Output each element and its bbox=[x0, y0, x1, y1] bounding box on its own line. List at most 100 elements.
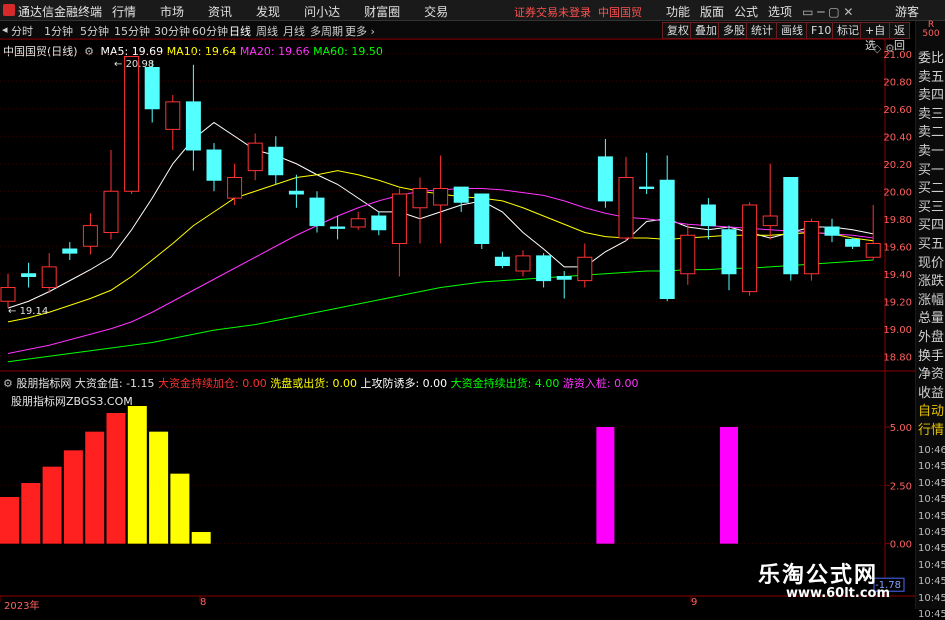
panel-item-1: 卖五 bbox=[918, 69, 945, 85]
candle[interactable] bbox=[494, 251, 510, 269]
panel-item-9: 买四 bbox=[918, 218, 945, 234]
candle[interactable] bbox=[639, 152, 655, 194]
panel-item-4: 卖二 bbox=[918, 125, 945, 141]
candle[interactable] bbox=[680, 224, 696, 285]
candle-body bbox=[330, 226, 346, 229]
indicator-bar bbox=[21, 483, 41, 544]
candle[interactable] bbox=[474, 193, 490, 249]
panel-item-2: 卖四 bbox=[918, 88, 945, 104]
candle[interactable] bbox=[206, 143, 222, 192]
candle[interactable] bbox=[453, 186, 469, 212]
tick-time-8: 10:45 bbox=[918, 576, 945, 588]
candle[interactable] bbox=[0, 273, 16, 309]
candle[interactable] bbox=[783, 177, 799, 281]
candle[interactable] bbox=[762, 163, 778, 240]
candle[interactable] bbox=[659, 155, 675, 302]
indicator-bar bbox=[596, 427, 615, 544]
candle-body bbox=[474, 193, 490, 244]
candle[interactable] bbox=[350, 211, 366, 230]
candle-body bbox=[0, 287, 16, 302]
tick-time-6: 10:45 bbox=[918, 543, 945, 555]
indicator-bar bbox=[0, 497, 19, 544]
candle-body bbox=[21, 273, 37, 277]
candle[interactable] bbox=[845, 238, 861, 249]
candle[interactable] bbox=[412, 177, 428, 244]
candle-body bbox=[639, 186, 655, 189]
panel-item-19[interactable]: 自动 bbox=[918, 400, 945, 419]
panel-item-3: 卖三 bbox=[918, 106, 945, 122]
candle[interactable] bbox=[597, 139, 613, 208]
candle[interactable] bbox=[618, 156, 634, 241]
price-tick-label: 20.20 bbox=[883, 160, 912, 171]
panel-item-12: 涨跌 bbox=[918, 274, 945, 290]
indicator-bar bbox=[42, 466, 62, 544]
indicator-bar bbox=[106, 413, 126, 544]
candle[interactable] bbox=[433, 155, 449, 244]
candle-body bbox=[845, 238, 861, 247]
candle[interactable] bbox=[391, 188, 407, 277]
panel-item-20[interactable]: 行情 bbox=[918, 419, 945, 438]
candle[interactable] bbox=[124, 56, 140, 195]
candle[interactable] bbox=[103, 150, 119, 240]
candle[interactable] bbox=[371, 211, 387, 236]
candle[interactable] bbox=[803, 218, 819, 281]
indicator-bar bbox=[85, 431, 105, 544]
candle-body bbox=[556, 276, 572, 280]
candle[interactable] bbox=[700, 198, 716, 240]
candle-body bbox=[350, 218, 366, 228]
kline-chart[interactable]: 21.00 20.80 20.60 20.40 20.20 20.00 19.80 19.60… bbox=[0, 0, 945, 609]
panel-item-8: 买三 bbox=[918, 199, 945, 215]
candle-body bbox=[41, 266, 57, 288]
candle[interactable] bbox=[309, 191, 325, 233]
xaxis-label-month-8: 8 bbox=[200, 597, 207, 608]
indicator-bar bbox=[127, 406, 147, 544]
panel-item-10: 买五 bbox=[918, 237, 945, 252]
candle-body bbox=[165, 101, 181, 130]
candle[interactable] bbox=[21, 262, 37, 288]
xaxis-label-month-9: 9 bbox=[691, 597, 698, 608]
candle[interactable] bbox=[824, 218, 840, 243]
candle-body bbox=[288, 190, 304, 195]
panel-badge: R 500 bbox=[922, 20, 940, 39]
candle[interactable] bbox=[742, 202, 758, 296]
candle-body bbox=[824, 226, 840, 236]
candle[interactable] bbox=[577, 243, 593, 288]
candle-body bbox=[597, 156, 613, 202]
candle-body bbox=[268, 146, 284, 176]
candle[interactable] bbox=[82, 213, 98, 255]
watermark-url: www.60lt.com bbox=[786, 586, 891, 601]
price-tick-label: 18.80 bbox=[883, 352, 912, 363]
candle[interactable] bbox=[536, 253, 552, 288]
candle[interactable] bbox=[556, 271, 572, 299]
candle-body bbox=[659, 179, 675, 299]
tick-time-3: 10:45 bbox=[918, 494, 945, 506]
panel-item-7: 买二 bbox=[918, 181, 945, 197]
candle[interactable] bbox=[288, 174, 304, 208]
candle[interactable] bbox=[515, 250, 531, 277]
candle[interactable] bbox=[227, 163, 243, 205]
high-price-label: ← 20.98 bbox=[114, 59, 155, 70]
tick-time-7: 10:45 bbox=[918, 559, 945, 571]
price-tick-label: 19.60 bbox=[883, 242, 912, 253]
candle[interactable] bbox=[721, 225, 737, 291]
candle[interactable] bbox=[41, 253, 57, 293]
tick-time-10: 10:45 bbox=[918, 609, 945, 620]
panel-item-0: 委比 bbox=[918, 51, 945, 66]
indicator-bar bbox=[149, 431, 169, 544]
indicator-tick-label: 0.00 bbox=[890, 540, 912, 551]
candle-body bbox=[515, 255, 531, 272]
candle[interactable] bbox=[247, 133, 263, 181]
candle[interactable] bbox=[185, 64, 201, 171]
candle-body bbox=[206, 149, 222, 181]
candle-body bbox=[783, 177, 799, 275]
panel-item-17: 净资 bbox=[918, 367, 945, 383]
tick-time-5: 10:45 bbox=[918, 527, 945, 538]
candle-body bbox=[103, 190, 119, 233]
candle-body bbox=[82, 225, 98, 247]
candle[interactable] bbox=[62, 242, 78, 260]
candle[interactable] bbox=[165, 95, 181, 150]
candle-body bbox=[144, 67, 160, 110]
candle[interactable] bbox=[330, 216, 346, 240]
candle[interactable] bbox=[268, 136, 284, 185]
candle-body bbox=[700, 204, 716, 227]
